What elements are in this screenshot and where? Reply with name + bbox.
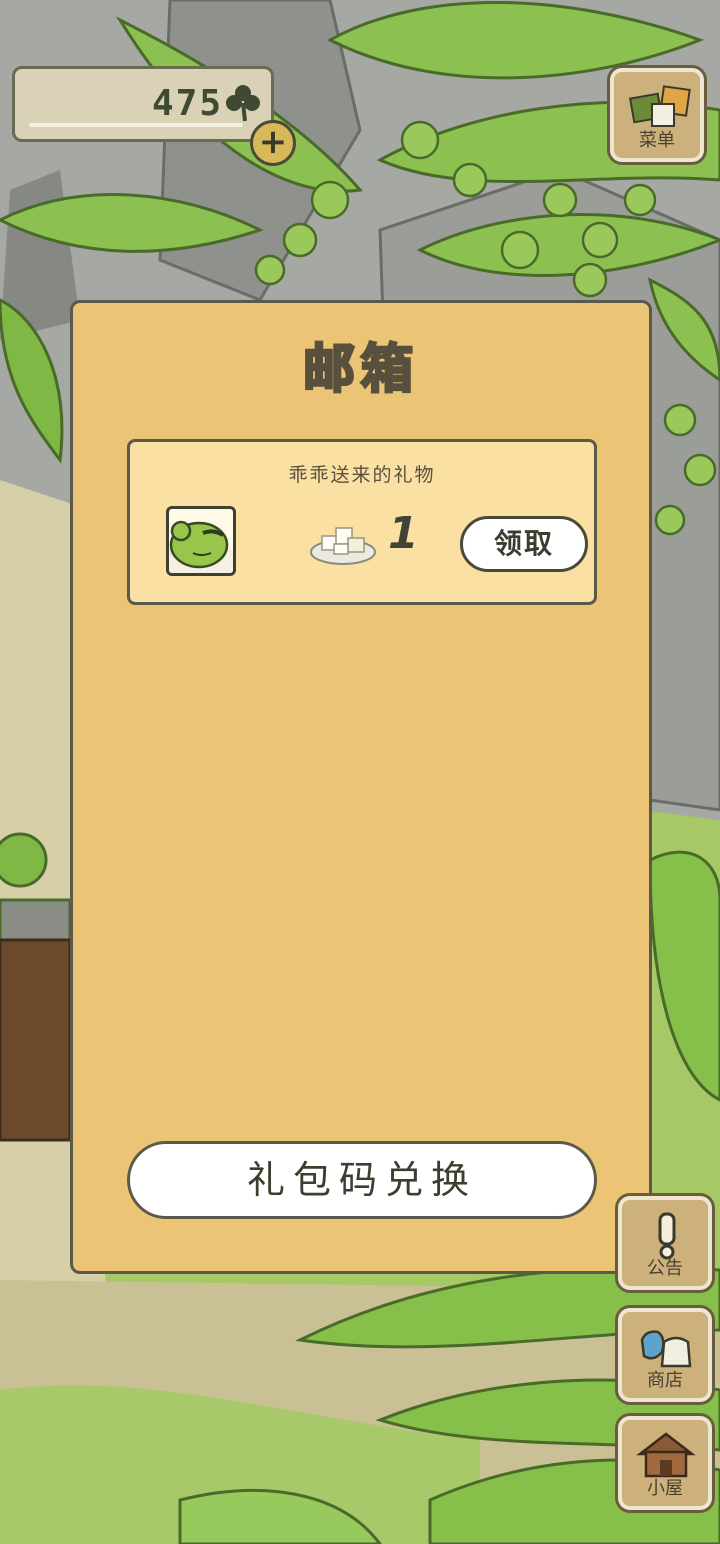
- frog-avatar-icon: [166, 506, 236, 576]
- gift-quantity: 1: [388, 508, 419, 559]
- house-label: 小屋: [647, 1478, 683, 1499]
- mail-sender: 乖乖送来的礼物: [288, 464, 436, 486]
- notice-label: 公告: [647, 1258, 683, 1279]
- shop-label: 商店: [647, 1370, 683, 1391]
- house-button[interactable]: 小屋: [618, 1416, 712, 1510]
- add-clover-button[interactable]: +: [250, 120, 296, 166]
- counter-underline: [29, 123, 243, 127]
- claim-button[interactable]: 领取: [460, 516, 588, 572]
- mailbox-title: 邮箱: [301, 339, 419, 402]
- mail-item: 乖乖送来的礼物 1 领取: [127, 439, 597, 605]
- mailbox-panel: 邮箱 乖乖送来的礼物 1 领取 礼包码兑换: [70, 300, 652, 1274]
- clover-count: 475: [151, 83, 223, 124]
- plus-icon: +: [258, 122, 288, 162]
- menu-label: 菜单: [639, 130, 675, 151]
- clover-icon: [226, 85, 260, 122]
- shop-bags-icon: [640, 1330, 692, 1368]
- redeem-code-button[interactable]: 礼包码兑换: [127, 1141, 597, 1219]
- clover-counter: 475: [12, 66, 274, 142]
- tofu-plate-icon: [310, 527, 376, 565]
- shop-button[interactable]: 商店: [618, 1308, 712, 1402]
- exclamation-icon: [658, 1212, 676, 1260]
- menu-button[interactable]: 菜单: [610, 68, 704, 162]
- house-icon: [636, 1432, 696, 1478]
- notice-button[interactable]: 公告: [618, 1196, 712, 1290]
